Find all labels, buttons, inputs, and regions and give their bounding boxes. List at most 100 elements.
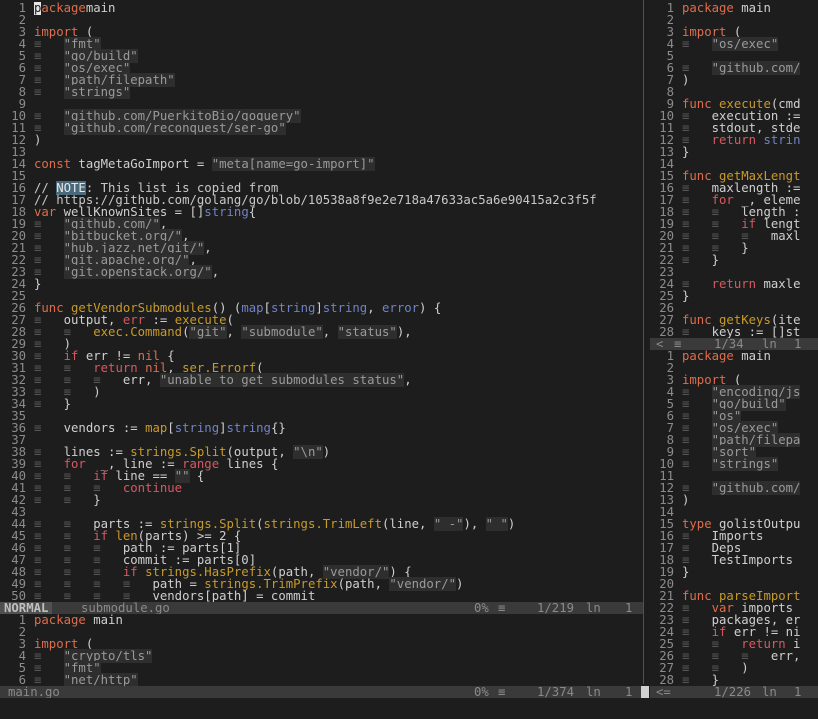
code-token: "unable to get submodules status" [159,373,405,387]
code-line[interactable]: 28 ≡ ≡ exec.Command("git", "submodule", "… [0,325,643,339]
mode-indicator: NORMAL [0,602,53,614]
code-token: strings.TrimLeft [263,517,382,531]
code-token: err, [770,649,801,663]
code-line[interactable]: 42 ≡ ≡ } [0,494,643,506]
code-token: err, [122,373,160,387]
code-token: ) [322,445,331,459]
code-line[interactable]: 28 ≡ keys := []st [648,326,818,338]
code-token: lines { [219,457,279,471]
code-token: "net/http" [63,673,138,686]
code-token: string [204,205,249,219]
code-line[interactable]: 50 ≡ ≡ ≡ ≡ vendors[path] = commit [0,590,643,602]
code-token: "\n" [293,445,323,459]
line-number: 6 [18,673,26,686]
code-line[interactable]: 36 ≡ vendors := map[string]string{} [0,422,643,434]
column: 1 [625,686,633,698]
code-token: } [711,673,720,686]
code-token: "status" [337,325,397,339]
indent-guide: ≡ [34,85,64,99]
column: 1 [625,602,633,614]
code-line[interactable]: 6 ≡ "net/http" [0,673,643,686]
cursor-position: 1/219 [537,602,575,614]
code-token: } [34,277,42,291]
code-line[interactable]: 23 ≡ "git.openstack.org/", [0,265,643,279]
code-line[interactable]: 24} [0,278,643,290]
code-token: string [226,421,271,435]
code-line[interactable]: 28 ≡ } [648,674,818,686]
code-token: , [204,241,212,255]
code-line[interactable]: 2 [0,626,643,638]
code-line[interactable]: 1 package main [0,614,643,626]
code-token: , [404,373,412,387]
scroll-percent: ≡ [674,338,682,350]
line-number-icon: ln [586,602,601,614]
code-line[interactable]: 34 ≡ } [0,398,643,410]
code-token: ) [507,517,516,531]
line-number: 28 [659,325,674,338]
code-token: vendors := [63,421,146,435]
code-token: ] [219,421,227,435]
editor-pane-left-bottom[interactable]: 1 package main 2 3 import (4 ≡ "crypto/tls" 5 ≡… [0,614,643,686]
code-token: { [189,469,205,483]
code-token: } [682,289,690,303]
code-token: "strings" [711,457,779,471]
code-token: error [382,301,420,315]
code-token: , [211,265,220,279]
menu-icon: ≡ [498,602,506,614]
code-token: } [63,397,72,411]
code-token: } [682,565,690,579]
scroll-percent: 0% [474,602,489,614]
code-token: "git.openstack.org/" [63,265,212,279]
code-token: "os/exec" [711,37,779,51]
line-number-icon: ln [586,686,601,698]
scroll-percent: 0% [474,686,489,698]
code-token: } [741,241,749,255]
split-corner-marker [641,686,649,698]
code-token: [ [167,421,175,435]
code-token: "git" [189,325,227,339]
code-token: } [682,145,690,159]
code-line[interactable]: 11 ≡ "github.com/reconquest/ser-go" [0,121,643,135]
code-token: keys := []st [711,325,801,338]
command-line[interactable] [0,698,818,719]
column: 1 [794,686,802,698]
indent-guide: ≡ ≡ ≡ ≡ [34,589,153,602]
code-token: ) { [419,301,442,315]
indent-guide: ≡ [682,673,712,686]
code-token: " " [485,517,508,531]
code-token: map [241,301,264,315]
code-token: vendors[path] = commit [152,589,316,602]
code-token: {} [270,421,286,435]
indent-guide: ≡ [34,397,64,411]
editor-pane-left-top[interactable]: 1 packagemain 2 3 import (4 ≡ "fmt" 5 ≡ "go/bui… [0,2,643,602]
scroll-marker: <= [656,686,671,698]
code-line[interactable]: 12) [0,134,643,146]
column: 1 [794,338,802,350]
code-token: ] [315,301,323,315]
code-line[interactable]: 33 ≡ ≡ ) [0,386,643,398]
scroll-marker: < [656,338,664,350]
code-token: ) [682,73,690,87]
code-token: " -" [433,517,464,531]
editor-pane-right-bottom[interactable]: 1 package main 2 3 import (4 ≡ "encoding/js 5 ≡… [648,350,818,686]
line-number-icon: ln [762,686,777,698]
code-token: map [145,421,168,435]
code-token: ) [93,385,101,399]
code-token: } [711,253,720,267]
code-line[interactable]: 1 packagemain [0,2,643,15]
code-token: string [174,421,220,435]
code-token: , [226,325,242,339]
code-line[interactable]: 14 const tagMetaGoImport = "meta[name=go-… [0,157,643,171]
code-line[interactable]: 8 ≡ "strings" [0,85,643,99]
editor-pane-right-top[interactable]: 1 package main 2 3 import (4 ≡ "os/exec" 5 6 ≡ "… [648,2,818,338]
vertical-split-divider[interactable] [643,0,644,684]
filename: submodule.go [81,602,170,614]
code-token: return [711,133,757,147]
code-token: ( [256,517,264,531]
code-token: return [711,277,757,291]
status-line-left-bottom: main.go 0% ≡ 1/374 ln 1 [0,686,641,698]
code-token: ), [463,517,486,531]
code-token: { [248,205,257,219]
code-line[interactable]: 2 [0,14,643,26]
code-token: } [93,493,101,507]
